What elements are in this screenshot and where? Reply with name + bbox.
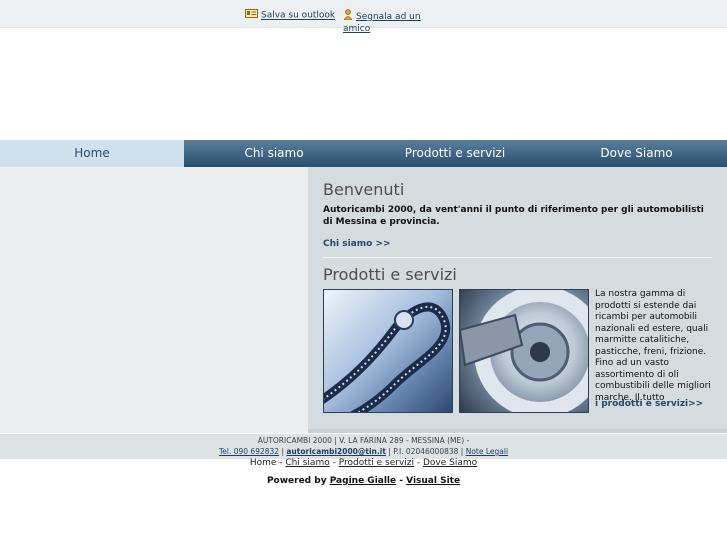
footer-piva: | P.I. 02046000838 | <box>385 447 466 456</box>
content-panel-bottom <box>308 429 727 433</box>
section-divider <box>323 257 712 258</box>
footer-nav: Home - Chi siamo - Prodotti e servizi - … <box>0 458 727 468</box>
timing-belt-image <box>323 289 453 413</box>
footer-nav-prodotti[interactable]: Prodotti e servizi <box>339 458 414 468</box>
footer-contacts: Tel. 090 692832 | autoricambi2000@tin.it… <box>0 446 727 457</box>
footer: AUTORICAMBI 2000 | V. LA FARINA 289 - ME… <box>0 434 727 459</box>
products-title: Prodotti e servizi <box>323 265 457 284</box>
person-icon <box>343 9 353 24</box>
footer-address: AUTORICAMBI 2000 | V. LA FARINA 289 - ME… <box>257 436 470 445</box>
save-outlook-label: Salva su outlook <box>261 10 336 21</box>
welcome-text: Autoricambi 2000, da vent'anni il punto … <box>323 205 704 227</box>
tab-home[interactable]: Home <box>0 140 184 167</box>
tab-chi-siamo[interactable]: Chi siamo <box>184 140 364 167</box>
recommend-friend-link[interactable]: Segnala ad un amico <box>343 9 425 35</box>
footer-email-link[interactable]: autoricambi2000@tin.it <box>286 447 386 456</box>
welcome-title: Benvenuti <box>323 180 405 199</box>
save-outlook-link[interactable]: Salva su outlook <box>245 9 335 21</box>
pagine-gialle-link[interactable]: Pagine Gialle <box>330 476 396 486</box>
footer-nav-sep: - <box>414 458 423 468</box>
footer-nav-home[interactable]: Home <box>250 458 277 468</box>
left-column <box>0 167 308 433</box>
main-nav: Home Chi siamo Prodotti e servizi Dove S… <box>0 140 727 167</box>
contact-card-icon <box>245 9 258 21</box>
powered-by: Powered by Pagine Gialle - Visual Site <box>0 476 727 486</box>
footer-tel-link[interactable]: Tel. 090 692832 <box>219 447 279 456</box>
footer-nav-sep: - <box>329 458 339 468</box>
chi-siamo-link[interactable]: Chi siamo >> <box>323 239 391 249</box>
powered-sep: - <box>396 476 407 486</box>
tab-dove-siamo[interactable]: Dove Siamo <box>546 140 727 167</box>
recommend-friend-label: Segnala ad un amico <box>343 12 421 34</box>
footer-nav-dove[interactable]: Dove Siamo <box>423 458 477 468</box>
powered-by-label: Powered by <box>266 476 330 486</box>
visual-site-link[interactable]: Visual Site <box>406 476 460 486</box>
footer-legal-link[interactable]: Note Legali <box>466 447 508 456</box>
brake-disc-image <box>459 289 589 413</box>
prodotti-servizi-link[interactable]: i prodotti e servizi>> <box>595 399 703 409</box>
products-text: La nostra gamma di prodotti si estende d… <box>595 289 711 403</box>
footer-nav-chi-siamo[interactable]: Chi siamo <box>285 458 329 468</box>
tab-prodotti-servizi[interactable]: Prodotti e servizi <box>364 140 546 167</box>
